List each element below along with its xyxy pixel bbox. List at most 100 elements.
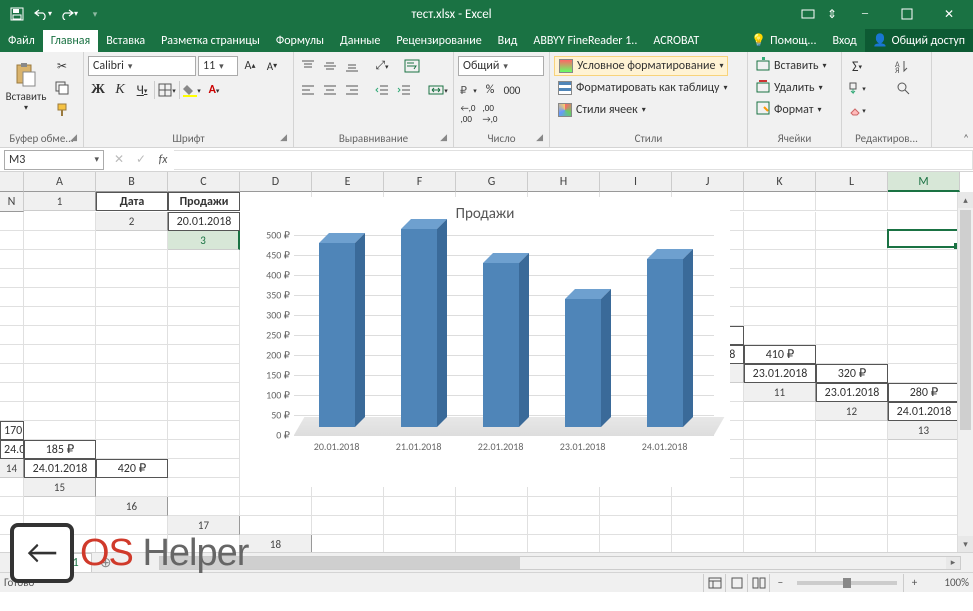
cell-G18[interactable] — [744, 535, 816, 552]
ribbon-pin-icon[interactable]: ⇕ — [821, 3, 843, 25]
cell-D13[interactable] — [168, 440, 240, 459]
comma-icon[interactable]: 000 — [502, 80, 522, 100]
cell-B1[interactable]: Продажи — [168, 192, 240, 211]
cell-C8[interactable] — [744, 326, 816, 345]
cell-A18[interactable] — [312, 535, 384, 552]
cell-C9[interactable] — [816, 345, 888, 364]
cell-C10[interactable] — [888, 364, 960, 383]
cell-C17[interactable] — [384, 516, 456, 535]
cell-J2[interactable] — [816, 212, 888, 231]
autosum-icon[interactable]: Σ▾ — [846, 56, 868, 76]
tab-4[interactable]: Данные — [332, 30, 388, 52]
add-sheet-button[interactable]: ⊕ — [92, 554, 120, 571]
conditional-formatting-button[interactable]: Условное форматирование▾ — [554, 56, 728, 76]
cell-H18[interactable] — [816, 535, 888, 552]
enter-formula-icon[interactable]: ✓ — [130, 149, 152, 171]
row-head-14[interactable]: 14 — [0, 459, 24, 478]
cell-J16[interactable] — [816, 497, 888, 516]
cell-D10[interactable] — [0, 383, 24, 402]
cell-D18[interactable] — [528, 535, 600, 552]
cell-E8[interactable] — [888, 326, 960, 345]
tab-6[interactable]: Вид — [490, 30, 526, 52]
col-head-F[interactable]: F — [384, 172, 456, 192]
cell-H7[interactable] — [24, 326, 96, 345]
bar-3[interactable] — [565, 299, 601, 427]
cell-L13[interactable] — [744, 440, 816, 459]
cell-F5[interactable] — [744, 269, 816, 288]
cell-I6[interactable] — [24, 307, 96, 326]
cell-G8[interactable] — [24, 345, 96, 364]
sheet-nav[interactable]: ◂▸ — [8, 555, 28, 570]
cell-B13[interactable]: 185 ₽ — [24, 440, 96, 459]
zoom-in-button[interactable]: + — [903, 574, 925, 592]
cell-F18[interactable] — [672, 535, 744, 552]
format-painter-icon[interactable] — [52, 100, 72, 120]
cell-F16[interactable] — [528, 497, 600, 516]
decrease-font-icon[interactable]: A▾ — [262, 56, 282, 76]
cell-D8[interactable] — [816, 326, 888, 345]
cell-A10[interactable]: 23.01.2018 — [744, 364, 816, 383]
italic-button[interactable]: К — [110, 80, 130, 100]
cell-K4[interactable] — [24, 269, 96, 288]
cell-J3[interactable] — [888, 231, 960, 250]
cell-I16[interactable] — [744, 497, 816, 516]
cell-H8[interactable] — [96, 345, 168, 364]
name-box[interactable]: M3▾ — [4, 150, 104, 170]
vertical-scrollbar[interactable]: ▴ ▾ — [957, 192, 973, 552]
row-head-17[interactable]: 17 — [168, 516, 240, 535]
bar-2[interactable] — [483, 263, 519, 427]
cell-E17[interactable] — [528, 516, 600, 535]
tab-2[interactable]: Разметка страницы — [153, 30, 268, 52]
cell-J1[interactable] — [744, 192, 816, 211]
cell-L15[interactable] — [888, 478, 960, 497]
insert-cells-button[interactable]: Вставить▾ — [752, 56, 831, 76]
cell-A11[interactable]: 23.01.2018 — [816, 383, 888, 402]
tab-8[interactable]: ACROBAT — [645, 30, 707, 52]
row-head-16[interactable]: 16 — [96, 497, 168, 516]
cell-D16[interactable] — [384, 497, 456, 516]
col-head-E[interactable]: E — [312, 172, 384, 192]
cell-F10[interactable] — [96, 383, 168, 402]
cell-H4[interactable] — [816, 250, 888, 269]
find-select-icon[interactable] — [892, 78, 914, 98]
sign-in[interactable]: Вход — [824, 30, 864, 52]
cell-N3[interactable] — [168, 250, 240, 269]
cell-F9[interactable] — [24, 364, 96, 383]
col-head-N[interactable]: N — [0, 192, 24, 212]
share-button[interactable]: 👤Общий доступ — [865, 29, 973, 52]
tab-5[interactable]: Рецензирование — [388, 30, 489, 52]
cell-L16[interactable] — [0, 516, 24, 535]
cell-L2[interactable] — [0, 231, 24, 250]
cell-H9[interactable] — [168, 364, 240, 383]
cell-D11[interactable] — [24, 402, 96, 421]
horizontal-scrollbar[interactable]: ◂ ▸ — [119, 556, 973, 570]
cell-B9[interactable]: 410 ₽ — [744, 345, 816, 364]
col-head-C[interactable]: C — [168, 172, 240, 192]
cell-B15[interactable] — [168, 478, 240, 497]
cell-I17[interactable] — [816, 516, 888, 535]
sheet-tab[interactable]: Лист1 — [36, 553, 92, 572]
cell-C11[interactable] — [0, 402, 24, 421]
cell-N12[interactable] — [816, 421, 888, 440]
zoom-slider[interactable] — [797, 581, 897, 585]
wrap-text-icon[interactable] — [402, 56, 422, 76]
cell-G17[interactable] — [672, 516, 744, 535]
align-middle-icon[interactable] — [320, 56, 340, 76]
col-head-H[interactable]: H — [528, 172, 600, 192]
cell-I3[interactable] — [816, 231, 888, 250]
cell-H5[interactable] — [888, 269, 960, 288]
cell-G5[interactable] — [816, 269, 888, 288]
bar-0[interactable] — [319, 243, 355, 427]
tab-7[interactable]: ABBYY FineReader 1.. — [525, 30, 645, 52]
col-head-J[interactable]: J — [672, 172, 744, 192]
cell-C12[interactable] — [24, 421, 96, 440]
font-size-combo[interactable]: 11▾ — [198, 56, 238, 76]
cell-I7[interactable] — [96, 326, 168, 345]
cell-B10[interactable]: 320 ₽ — [816, 364, 888, 383]
cell-C14[interactable] — [168, 459, 240, 478]
cell-E11[interactable] — [96, 402, 168, 421]
align-top-icon[interactable] — [298, 56, 318, 76]
cell-M4[interactable] — [168, 269, 240, 288]
row-head-18[interactable]: 18 — [240, 535, 312, 552]
cell-styles-button[interactable]: Стили ячеек▾ — [554, 100, 650, 120]
